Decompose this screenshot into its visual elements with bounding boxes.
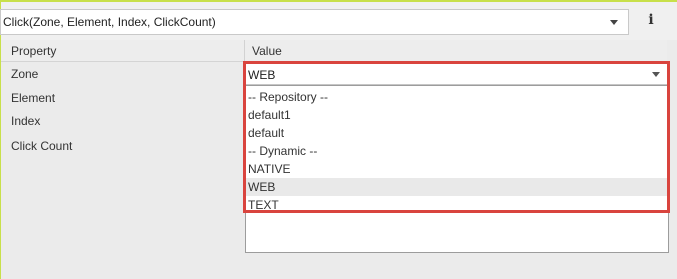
- column-divider[interactable]: [244, 40, 245, 61]
- dropdown-group-header: -- Repository --: [246, 88, 668, 106]
- top-accent-line: [0, 0, 677, 2]
- header-property: Property: [11, 44, 57, 58]
- info-icon[interactable]: i: [643, 12, 659, 30]
- dropdown-group-header: -- Dynamic --: [246, 142, 668, 160]
- dropdown-item[interactable]: TEXT: [246, 196, 668, 214]
- dropdown-item-selected[interactable]: WEB: [246, 178, 668, 196]
- dropdown-item[interactable]: default1: [246, 106, 668, 124]
- dropdown-item-label: TEXT: [248, 198, 279, 212]
- zone-dropdown-list: -- Repository -- default1 default -- Dyn…: [245, 85, 669, 253]
- row-label-index: Index: [11, 114, 41, 128]
- dropdown-item-label: default1: [248, 108, 291, 122]
- dropdown-item-label: -- Repository --: [248, 90, 329, 104]
- header-value: Value: [252, 44, 282, 58]
- row-label-zone: Zone: [11, 67, 39, 81]
- property-grid: Property Value Zone Element Index Click …: [1, 40, 677, 279]
- row-label-element: Element: [11, 91, 56, 105]
- grid-row-index[interactable]: Index: [1, 110, 244, 133]
- dropdown-item[interactable]: NATIVE: [246, 160, 668, 178]
- method-select-value: Click(Zone, Element, Index, ClickCount): [3, 15, 216, 29]
- dropdown-item-label: default: [248, 126, 285, 140]
- grid-row-element[interactable]: Element: [1, 87, 244, 110]
- grid-header: Property Value: [1, 40, 667, 62]
- chevron-down-icon[interactable]: [610, 20, 618, 25]
- row-label-click-count: Click Count: [11, 139, 73, 153]
- dropdown-item-label: NATIVE: [248, 162, 291, 176]
- chevron-down-icon[interactable]: [652, 72, 660, 77]
- zone-value-select[interactable]: WEB: [245, 63, 669, 85]
- method-select[interactable]: Click(Zone, Element, Index, ClickCount): [0, 9, 629, 35]
- dropdown-item-label: WEB: [248, 180, 276, 194]
- zone-value-text: WEB: [248, 68, 276, 82]
- grid-row-click-count[interactable]: Click Count: [1, 135, 244, 158]
- grid-row-zone[interactable]: Zone: [1, 63, 244, 86]
- dropdown-item[interactable]: default: [246, 124, 668, 142]
- dropdown-item-label: -- Dynamic --: [248, 144, 318, 158]
